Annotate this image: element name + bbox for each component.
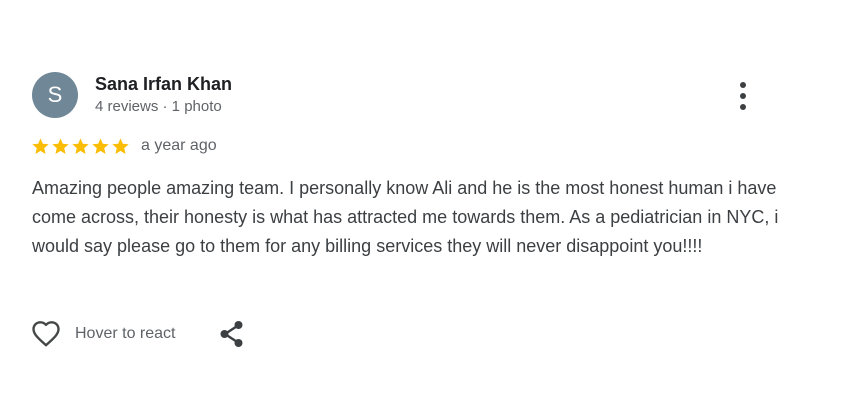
avatar[interactable]: S (32, 72, 78, 118)
review-time: a year ago (141, 137, 217, 154)
more-vert-icon (740, 82, 746, 110)
star-icon (92, 137, 109, 154)
rating-row: a year ago (31, 134, 217, 158)
author-info: Sana Irfan Khan 4 reviews · 1 photo (95, 72, 232, 117)
star-rating (31, 137, 131, 156)
share-icon (220, 321, 243, 347)
react-label: Hover to react (75, 325, 176, 342)
star-icon (72, 137, 89, 154)
author-name[interactable]: Sana Irfan Khan (95, 72, 232, 96)
react-button[interactable]: Hover to react (30, 319, 175, 349)
review-card: S Sana Irfan Khan 4 reviews · 1 photo a … (0, 0, 853, 405)
more-options-button[interactable] (731, 80, 755, 112)
star-icon (112, 137, 129, 154)
author-meta: 4 reviews · 1 photo (95, 98, 222, 115)
share-button[interactable] (219, 320, 245, 348)
star-icon (52, 137, 69, 154)
review-text: Amazing people amazing team. I personall… (32, 178, 779, 256)
review-actions: Hover to react (30, 318, 245, 350)
heart-outline-icon (32, 321, 60, 347)
avatar-initial: S (47, 82, 63, 107)
star-icon (32, 137, 49, 154)
